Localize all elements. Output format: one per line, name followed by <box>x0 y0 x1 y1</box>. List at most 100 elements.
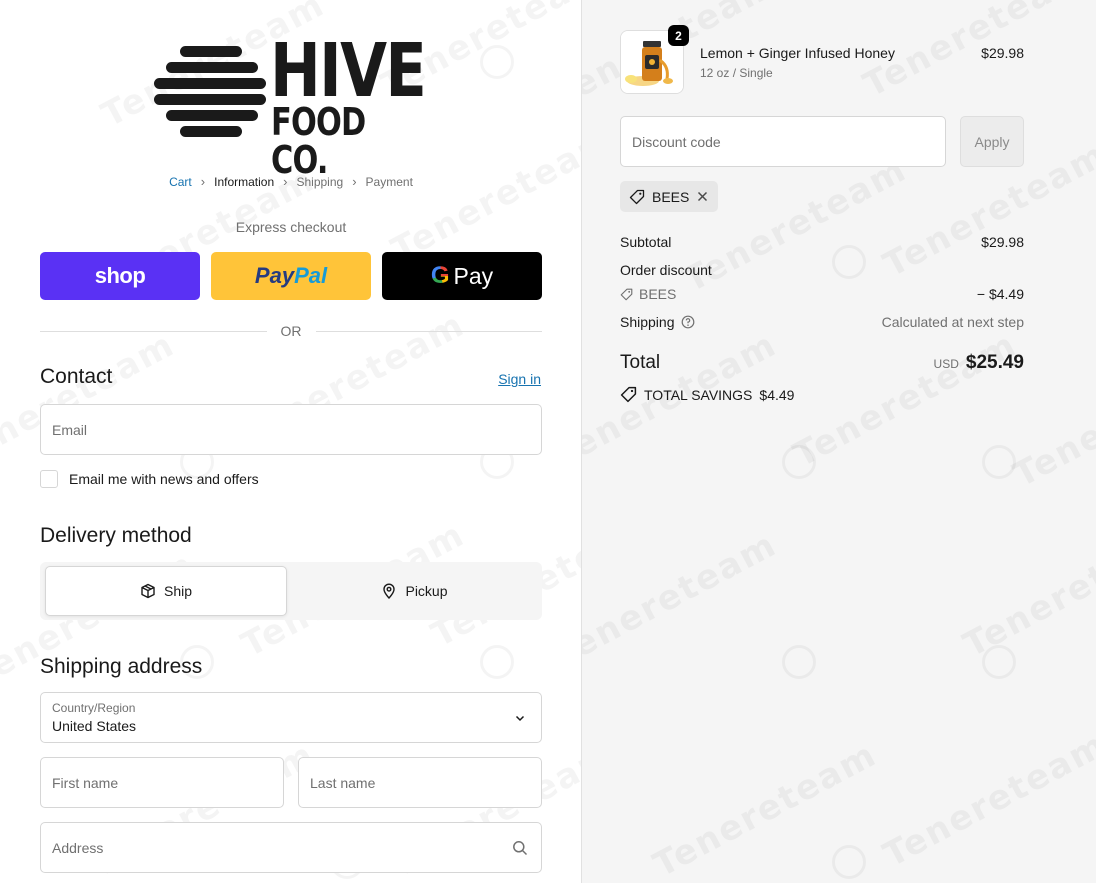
subtotal-label: Subtotal <box>620 234 672 250</box>
paypal-label-part2: Pal <box>294 263 328 288</box>
discount-detail-row: BEES − $4.49 <box>620 286 1024 302</box>
product-price: $29.98 <box>981 45 1024 61</box>
watermark-emblem <box>982 645 1016 679</box>
google-pay-button[interactable]: G Pay <box>382 252 542 300</box>
total-currency: USD <box>933 357 959 371</box>
address-field[interactable]: Address <box>40 822 542 873</box>
shop-pay-button[interactable]: shop <box>40 252 200 300</box>
watermark-emblem <box>782 445 816 479</box>
sign-in-link[interactable]: Sign in <box>498 371 541 387</box>
shipping-address-heading: Shipping address <box>40 655 203 678</box>
discount-code-input[interactable]: Discount code <box>620 116 946 167</box>
shipping-row: Shipping Calculated at next step <box>620 314 1024 330</box>
paypal-label-part1: Pay <box>254 263 295 288</box>
delivery-method-toggle: Ship Pickup <box>40 562 542 620</box>
search-icon[interactable] <box>512 840 528 856</box>
total-value: $25.49 <box>965 352 1024 373</box>
breadcrumb-shipping: Shipping <box>296 174 344 189</box>
brand-name: HIVE <box>270 28 427 114</box>
total-amount: USD $25.49 <box>934 352 1024 374</box>
discount-placeholder: Discount code <box>632 134 721 150</box>
watermark-emblem <box>480 45 514 79</box>
chevron-right-icon: › <box>200 174 206 189</box>
savings-tag-icon <box>620 386 637 403</box>
country-label: Country/Region <box>52 701 136 715</box>
shop-pay-label: shop <box>94 263 146 288</box>
or-label: OR <box>280 323 302 339</box>
contact-heading: Contact <box>40 365 113 388</box>
watermark-text: Tenereteam <box>385 119 581 270</box>
subtotal-value: $29.98 <box>981 234 1024 250</box>
order-discount-row: Order discount <box>620 262 1024 278</box>
breadcrumb-cart[interactable]: Cart <box>169 175 192 189</box>
watermark-text: Tenereteam <box>582 524 783 675</box>
ship-label: Ship <box>163 583 193 599</box>
tag-icon <box>620 288 633 300</box>
watermark-emblem <box>782 645 816 679</box>
pickup-label: Pickup <box>405 583 448 599</box>
address-placeholder: Address <box>52 840 104 856</box>
discount-detail: BEES <box>620 286 676 302</box>
total-savings-row: TOTAL SAVINGS $4.49 <box>620 386 794 403</box>
email-placeholder: Email <box>52 422 88 438</box>
google-pay-label: Pay <box>453 262 494 289</box>
chevron-down-icon <box>515 715 525 722</box>
chevron-right-icon: › <box>352 174 357 189</box>
product-name: Lemon + Ginger Infused Honey <box>700 45 895 61</box>
newsletter-checkbox[interactable] <box>40 470 58 488</box>
product-variant: 12 oz / Single <box>700 66 773 80</box>
first-name-field[interactable]: First name <box>40 757 284 808</box>
product-thumbnail: 2 <box>620 25 689 94</box>
total-savings-value: $4.49 <box>759 386 795 403</box>
brand-subname: FOOD CO. <box>271 100 366 182</box>
discount-detail-value: − $4.49 <box>976 286 1024 302</box>
last-name-placeholder: Last name <box>310 775 376 791</box>
watermark-text: Tenereteam <box>957 514 1096 665</box>
breadcrumb-information: Information <box>214 174 275 189</box>
newsletter-option[interactable]: Email me with news and offers <box>40 470 259 488</box>
watermark-emblem <box>982 445 1016 479</box>
country-value: United States <box>52 718 137 734</box>
order-summary-column: Tenereteam Tenereteam Tenereteam Teneret… <box>582 0 1096 883</box>
delivery-method-heading: Delivery method <box>40 524 192 547</box>
google-g-icon: G <box>430 262 450 289</box>
last-name-field[interactable]: Last name <box>298 757 542 808</box>
chevron-right-icon: › <box>283 174 288 189</box>
hive-bars-icon <box>154 46 266 138</box>
breadcrumb: Cart › Information › Shipping › Payment <box>0 174 581 189</box>
total-label: Total <box>620 352 661 373</box>
first-name-placeholder: First name <box>52 775 119 791</box>
country-select[interactable]: Country/Region United States <box>40 692 542 743</box>
watermark-text: Tenereteam <box>787 324 1023 475</box>
location-pin-icon <box>383 583 396 599</box>
subtotal-row: Subtotal $29.98 <box>620 234 1024 250</box>
total-savings-label: TOTAL SAVINGS <box>644 386 753 403</box>
newsletter-label: Email me with news and offers <box>69 471 259 487</box>
checkout-main-column: Tenereteam Tenereteam Tenereteam Teneret… <box>0 0 582 883</box>
watermark-text: Tenereteam <box>647 734 883 883</box>
applied-discount-tag: BEES <box>620 181 719 212</box>
ship-option[interactable]: Ship <box>45 566 287 616</box>
discount-detail-code: BEES <box>639 286 677 302</box>
watermark-text: Tenereteam <box>877 724 1096 875</box>
close-icon[interactable] <box>696 190 709 203</box>
help-icon[interactable] <box>681 315 695 329</box>
email-field[interactable]: Email <box>40 404 542 455</box>
shipping-value: Calculated at next step <box>881 314 1024 330</box>
apply-discount-button[interactable]: Apply <box>960 116 1024 167</box>
breadcrumb-payment: Payment <box>365 174 413 189</box>
order-discount-label: Order discount <box>620 262 712 278</box>
shipping-label-group: Shipping <box>620 314 695 330</box>
applied-discount-code: BEES <box>652 188 690 205</box>
brand-logo[interactable]: HIVE FOOD CO. <box>154 34 429 179</box>
tag-icon <box>629 189 645 204</box>
box-icon <box>141 583 155 599</box>
watermark-emblem <box>832 845 866 879</box>
pickup-option[interactable]: Pickup <box>292 566 537 616</box>
express-payment-buttons: shop Pay Pal G Pay <box>40 252 542 300</box>
paypal-button[interactable]: Pay Pal <box>211 252 371 300</box>
total-row: Total USD $25.49 <box>620 352 1024 374</box>
express-checkout-label: Express checkout <box>235 219 347 235</box>
shipping-label: Shipping <box>620 314 675 330</box>
watermark-emblem <box>480 645 514 679</box>
